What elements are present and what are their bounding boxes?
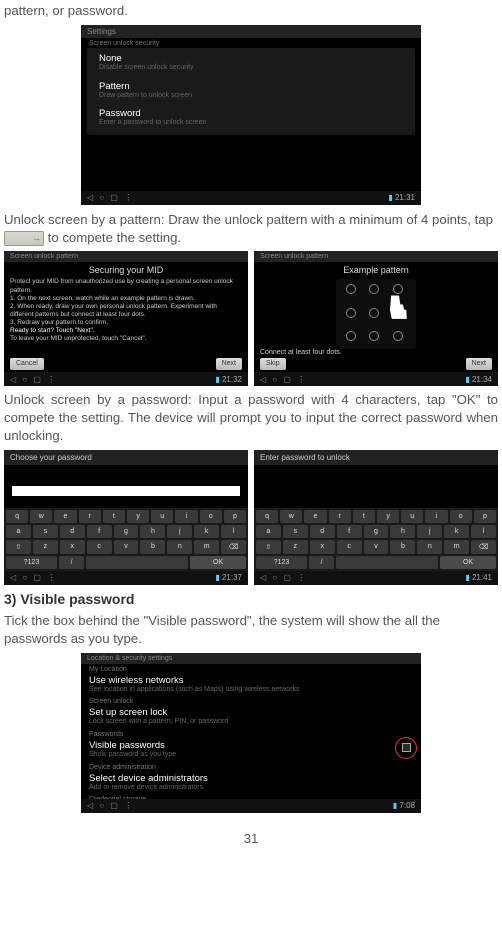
para-password: Unlock screen by a password: Input a pas… — [4, 391, 498, 444]
ss-last-crumb: Location & security settings — [81, 653, 421, 664]
item-visible-passwords: Visible passwords Show password as you t… — [81, 739, 421, 762]
ss1-item-pattern: Pattern Draw pattern to unlock screen — [91, 78, 411, 106]
ss-epw-clock: ▮ 21:41 — [465, 573, 492, 582]
intro-fragment: pattern, or password. — [4, 2, 498, 20]
next-button-2: Next — [466, 358, 492, 370]
ss-enterpw-header: Enter password to unlock — [254, 450, 498, 465]
screenshot-enter-password: Enter password to unlock qwertyuiop asdf… — [254, 450, 498, 585]
screenshot-pair-pattern: Screen unlock pattern Securing your MID … — [4, 251, 498, 386]
heading-visible-password: 3) Visible password — [4, 591, 498, 607]
kb-row-1: qwertyuiop — [6, 510, 246, 523]
ss-pr-clock: ▮ 21:34 — [465, 375, 492, 384]
ss-pl-heading: Securing your MID — [4, 262, 248, 278]
next-button: Next — [216, 358, 242, 370]
ok-key: OK — [440, 556, 496, 569]
ss-cpw-clock: ▮ 21:37 — [215, 573, 242, 582]
ss1-item-none: None Disable screen unlock security — [91, 50, 411, 78]
screenshot-choose-password: Choose your password qwertyuiop asdfghjk… — [4, 450, 248, 585]
kb-row-2: asdfghjkl — [6, 525, 246, 538]
screenshot-pair-password: Choose your password qwertyuiop asdfghjk… — [4, 450, 498, 585]
screenshot-unlock-options: Settings Screen unlock security None Dis… — [81, 25, 421, 205]
ss-pl-clock: ▮ 21:32 — [215, 375, 242, 384]
page-number: 31 — [4, 831, 498, 846]
ss-pr-heading: Example pattern — [254, 262, 498, 278]
screenshot-pattern-instructions: Screen unlock pattern Securing your MID … — [4, 251, 248, 386]
ss-choosepw-header: Choose your password — [4, 450, 248, 465]
ss1-title: Settings — [81, 25, 421, 38]
nav-icons: ◁ ○ ▢ ⋮ — [87, 193, 134, 202]
item-wireless: Use wireless networks See location in ap… — [81, 674, 421, 697]
screenshot-example-pattern: Screen unlock pattern Example pattern Co… — [254, 251, 498, 386]
keyboard: qwertyuiop asdfghjkl ⇧zxcvbnm⌫ ?123/OK — [4, 508, 248, 571]
ss1-item-password: Password Enter a password to unlock scre… — [91, 105, 411, 133]
password-field — [12, 486, 240, 496]
item-screen-lock: Set up screen lock Lock screen with a pa… — [81, 706, 421, 729]
para-pattern: Unlock screen by a pattern: Draw the unl… — [4, 211, 498, 247]
ss1-clock: ▮ 21:31 — [388, 193, 415, 202]
item-device-admins: Select device administrators Add or remo… — [81, 772, 421, 795]
cancel-button: Cancel — [10, 358, 44, 370]
ss-pr-hint: Connect at least four dots. — [260, 349, 342, 356]
screenshot-visible-password: Location & security settings My Location… — [81, 653, 421, 813]
kb-row-4: ?123/OK — [6, 556, 246, 569]
keyboard-2: qwertyuiop asdfghjkl ⇧zxcvbnm⌫ ?123/OK — [254, 508, 498, 571]
highlight-circle-icon — [395, 737, 417, 759]
skip-button: Skip — [260, 358, 286, 370]
para-visible-password: Tick the box behind the "Visible passwor… — [4, 612, 498, 648]
ss1-section: Screen unlock security — [81, 38, 421, 48]
next-button-icon — [4, 231, 44, 246]
kb-row-3: ⇧zxcvbnm⌫ — [6, 540, 246, 554]
ss-last-clock: ▮ 7:08 — [393, 801, 415, 810]
